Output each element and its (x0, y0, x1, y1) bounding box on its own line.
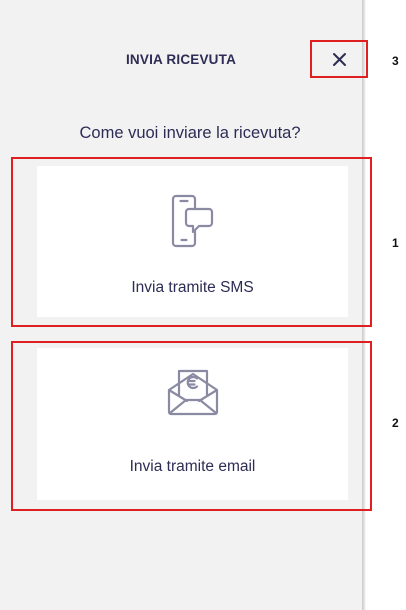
marker-3: 3 (392, 54, 399, 68)
dialog-title: INVIA RICEVUTA (125, 52, 237, 67)
send-question: Come vuoi inviare la ricevuta? (79, 124, 301, 142)
highlight-box-sms (11, 157, 372, 327)
marker-1: 1 (392, 236, 399, 250)
close-icon (332, 52, 346, 66)
marker-2: 2 (392, 416, 399, 430)
close-button[interactable] (310, 40, 368, 78)
highlight-box-email (11, 341, 372, 511)
